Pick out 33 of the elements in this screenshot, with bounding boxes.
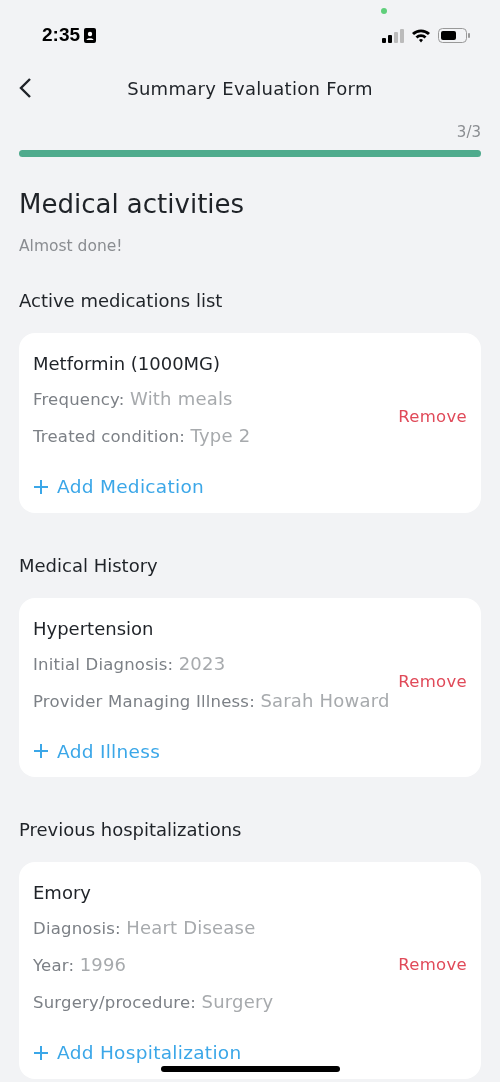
plus-icon [33,478,49,495]
subtitle: Almost done! [19,235,124,257]
field-row-text: Treated condition: Type 2 [33,423,251,448]
card-title: Hypertension [33,616,155,641]
remove-button[interactable]: Remove [398,405,467,431]
progress-label: 3/3 [456,122,481,143]
wifi-icon [411,28,431,43]
battery-icon [438,28,470,43]
section-title: Previous hospitalizations [19,818,243,843]
page-title: Summary Evaluation Form [127,76,373,101]
section-title: Active medications list [19,288,224,313]
field-row-text: Frequency: With meals [33,386,234,411]
field-row-text: Provider Managing Illness: Sarah Howard [33,688,390,713]
field-row-text: Diagnosis: Heart Disease [33,916,257,941]
plus-icon [33,743,49,760]
field-row-text: Initial Diagnosis: 2023 [33,651,227,676]
status-time: 2:35 [42,23,81,48]
add-button[interactable]: Add Medication [33,472,205,501]
add-button[interactable]: Add Hospitalization [33,1039,242,1067]
signal-icon [382,28,404,43]
section-title: Medical History [19,553,159,578]
add-button[interactable]: Add Illness [33,737,161,766]
chevron-left-icon [18,77,32,99]
id-card-icon [84,28,97,43]
remove-button[interactable]: Remove [398,670,467,695]
heading: Medical activities [19,187,246,221]
field-row-text: Year: 1996 [33,953,128,978]
card-title: Metformin (1000MG) [33,351,222,376]
plus-icon [33,1045,49,1062]
card-title: Emory [33,881,92,906]
back-button[interactable] [18,77,32,99]
remove-button[interactable]: Remove [398,953,467,979]
field-row-text: Surgery/procedure: Surgery [33,990,274,1015]
